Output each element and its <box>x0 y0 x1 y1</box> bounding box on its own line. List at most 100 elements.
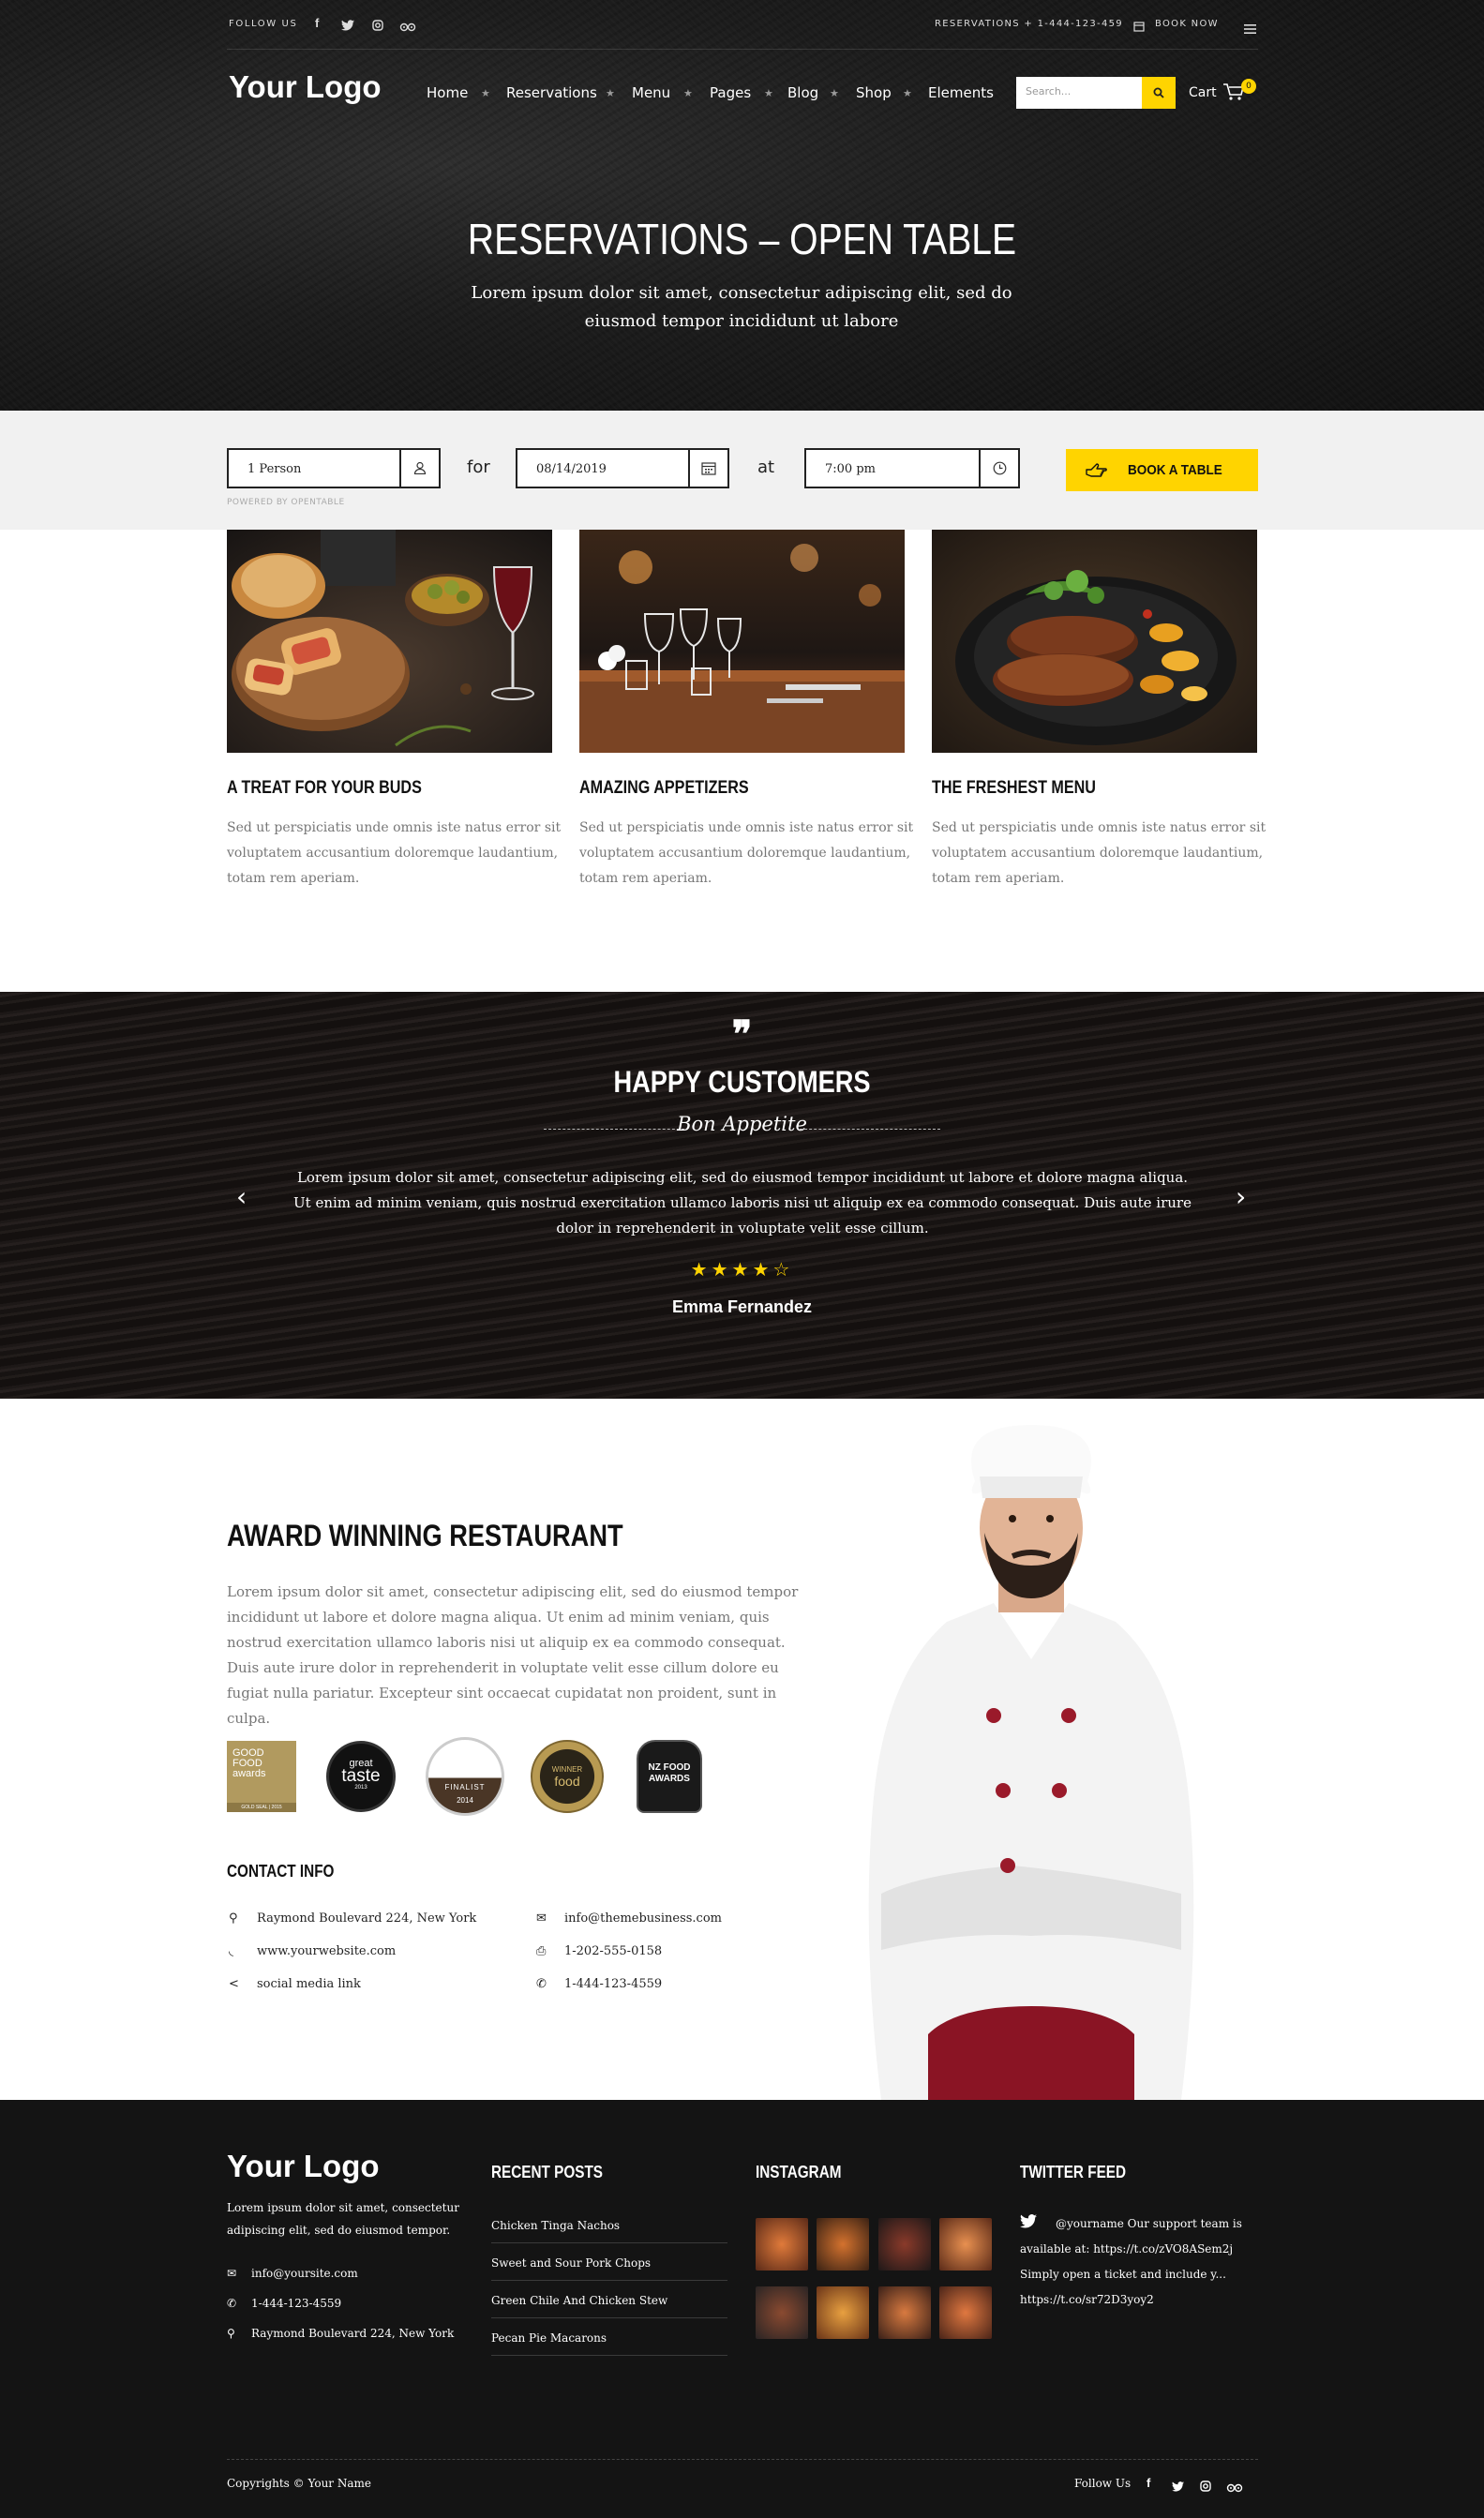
badge-text: 2013 <box>354 1785 367 1791</box>
search-input[interactable]: Search... <box>1016 77 1142 109</box>
site-logo[interactable]: Your Logo <box>229 69 382 105</box>
footer-about: Lorem ipsum dolor sit amet, consectetur … <box>227 2201 459 2237</box>
contact-address-text: Raymond Boulevard 224, New York <box>257 1911 477 1926</box>
contact-website[interactable]: ◟ www.yourwebsite.com <box>229 1944 396 1958</box>
contact-phone-text: 1-444-123-4559 <box>564 1977 663 1991</box>
footer-address: ⚲ Raymond Boulevard 224, New York <box>227 2322 454 2345</box>
footer-phone[interactable]: ✆ 1-444-123-4559 <box>227 2292 341 2315</box>
feature-text: Sed ut perspiciatis unde omnis iste natu… <box>579 820 914 886</box>
badge-text: AWARDS <box>649 1774 690 1784</box>
hamburger-menu-icon[interactable] <box>1244 20 1256 37</box>
reservations-phone[interactable]: RESERVATIONS + 1-444-123-459 <box>935 19 1123 29</box>
nav-menu[interactable]: Menu <box>632 84 670 101</box>
map-pin-icon: ⚲ <box>227 2327 235 2340</box>
quote-icon: ❞ <box>731 1012 753 1057</box>
facebook-icon[interactable]: f <box>1147 2476 1150 2490</box>
nav-reservations[interactable]: Reservations <box>506 84 597 101</box>
feature-image-restaurant <box>579 530 905 753</box>
feature-title: THE FRESHEST MENU <box>932 778 1096 798</box>
twitter-icon[interactable] <box>341 17 354 35</box>
search-button[interactable] <box>1142 77 1176 109</box>
next-arrow-icon[interactable]: › <box>1236 1181 1246 1212</box>
nav-elements[interactable]: Elements <box>928 84 994 101</box>
cart-label[interactable]: Cart <box>1189 85 1217 100</box>
printer-icon: ⎙ <box>536 1944 547 1958</box>
nav-separator-star-icon: ★ <box>830 87 839 99</box>
recent-post-link[interactable]: Pecan Pie Macarons <box>491 2318 727 2356</box>
at-label: at <box>757 457 775 477</box>
nav-home[interactable]: Home <box>427 84 468 101</box>
facebook-icon[interactable]: f <box>315 16 319 30</box>
feature-title: AMAZING APPETIZERS <box>579 778 749 798</box>
hero-section <box>0 0 1484 411</box>
nav-separator-star-icon: ★ <box>903 87 912 99</box>
footer-email[interactable]: ✉ info@yoursite.com <box>227 2262 358 2285</box>
instagram-thumbnail[interactable] <box>939 2286 992 2339</box>
time-select[interactable]: 7:00 pm <box>804 448 1020 488</box>
cart-count-badge: 0 <box>1241 79 1256 94</box>
nav-blog[interactable]: Blog <box>787 84 818 101</box>
contact-email[interactable]: ✉ info@themebusiness.com <box>536 1911 722 1926</box>
twitter-icon[interactable] <box>1172 2478 1184 2496</box>
instagram-thumbnail[interactable] <box>878 2286 931 2339</box>
share-icon: < <box>229 1977 239 1991</box>
instagram-thumbnail[interactable] <box>817 2218 869 2271</box>
page-title: RESERVATIONS – OPEN TABLE <box>467 215 1017 263</box>
footer-divider <box>227 2459 1258 2460</box>
instagram-thumbnail[interactable] <box>756 2218 808 2271</box>
badge-text: 2014 <box>457 1796 473 1805</box>
calendar-icon <box>688 450 727 487</box>
footer-follow-label: Follow Us <box>1074 2477 1132 2490</box>
contact-phone[interactable]: ✆ 1-444-123-4559 <box>536 1977 662 1991</box>
party-size-select[interactable]: 1 Person <box>227 448 441 488</box>
instagram-thumbnail[interactable] <box>878 2218 931 2271</box>
badge-text: GOLD SEAL | 2015 <box>227 1803 296 1812</box>
recent-post-link[interactable]: Chicken Tinga Nachos <box>491 2206 727 2243</box>
award-text: Lorem ipsum dolor sit amet, consectetur … <box>227 1583 799 1727</box>
contact-social[interactable]: < social media link <box>229 1977 361 1991</box>
phone-icon: ✆ <box>227 2297 237 2310</box>
for-label: for <box>467 457 490 477</box>
book-a-table-button[interactable]: BOOK A TABLE <box>1066 449 1258 491</box>
contact-title: CONTACT INFO <box>227 1862 335 1881</box>
date-value: 08/14/2019 <box>536 462 607 476</box>
pointing-hand-icon <box>1086 463 1107 477</box>
instagram-icon[interactable] <box>1200 2478 1211 2496</box>
instagram-thumbnail[interactable] <box>817 2286 869 2339</box>
follow-us-label: FOLLOW US <box>229 19 298 29</box>
recent-post-link[interactable]: Green Chile And Chicken Stew <box>491 2281 727 2318</box>
date-input[interactable]: 08/14/2019 <box>516 448 729 488</box>
footer-email-text: info@yoursite.com <box>251 2267 358 2280</box>
nav-pages[interactable]: Pages <box>710 84 751 101</box>
nav-separator-star-icon: ★ <box>606 87 615 99</box>
badge-text: taste <box>341 1766 381 1786</box>
calendar-icon <box>1133 18 1145 36</box>
powered-by-label: POWERED BY OPENTABLE <box>227 498 345 507</box>
phone-icon: ✆ <box>536 1977 547 1991</box>
testimonials-title: HAPPY CUSTOMERS <box>613 1065 871 1099</box>
instagram-thumbnail[interactable] <box>756 2286 808 2339</box>
user-icon <box>399 450 439 487</box>
footer-logo[interactable]: Your Logo <box>227 2149 380 2184</box>
search-icon <box>1153 87 1164 98</box>
badge-text: awards <box>232 1768 266 1779</box>
instagram-thumbnail[interactable] <box>939 2218 992 2271</box>
footer-address-text: Raymond Boulevard 224, New York <box>251 2327 455 2340</box>
tripadvisor-icon[interactable] <box>1226 2479 1243 2496</box>
rss-icon: ◟ <box>229 1944 234 1958</box>
instagram-title: INSTAGRAM <box>756 2163 842 2181</box>
instagram-icon[interactable] <box>372 17 383 35</box>
book-now-link[interactable]: BOOK NOW <box>1155 19 1219 29</box>
time-value: 7:00 pm <box>825 462 876 476</box>
badge-text: WINNER <box>551 1765 583 1774</box>
feature-image-steak <box>932 530 1257 753</box>
tripadvisor-icon[interactable] <box>399 18 416 36</box>
recent-post-link[interactable]: Sweet and Sour Pork Chops <box>491 2243 727 2281</box>
contact-address: ⚲ Raymond Boulevard 224, New York <box>229 1911 476 1926</box>
nav-shop[interactable]: Shop <box>856 84 892 101</box>
party-size-value: 1 Person <box>247 462 302 476</box>
page-subtitle: Lorem ipsum dolor sit amet, consectetur … <box>471 283 1012 331</box>
great-taste-badge: great taste 2013 <box>326 1741 396 1812</box>
prev-arrow-icon[interactable]: ‹ <box>236 1181 247 1212</box>
testimonial-text: Lorem ipsum dolor sit amet, consectetur … <box>293 1169 1192 1237</box>
